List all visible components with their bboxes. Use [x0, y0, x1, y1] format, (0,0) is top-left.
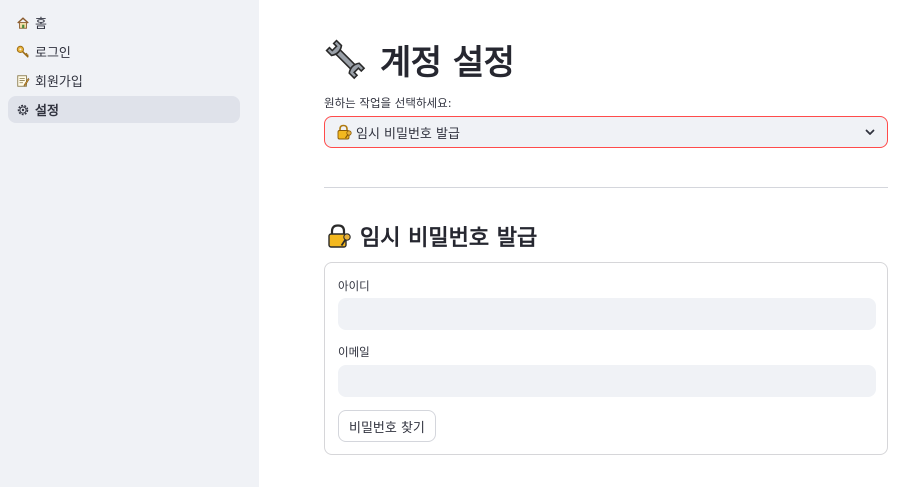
memo-icon: [16, 74, 30, 88]
id-label: 아이디: [338, 279, 370, 293]
chevron-down-icon: [864, 126, 876, 138]
task-select-label: 원하는 작업을 선택하세요:: [324, 96, 452, 110]
sidebar: 홈 로그인 회원가입 설정: [0, 0, 259, 487]
sidebar-item-label: 홈: [35, 17, 47, 32]
gear-icon: [16, 103, 30, 117]
id-input[interactable]: [338, 298, 876, 330]
lock-key-icon: [336, 124, 352, 140]
sidebar-item-label: 설정: [35, 104, 59, 119]
sidebar-item-settings[interactable]: 설정: [8, 96, 240, 123]
task-select-value: 임시 비밀번호 발급: [356, 126, 460, 142]
sidebar-item-label: 회원가입: [35, 75, 83, 90]
task-select[interactable]: 임시 비밀번호 발급: [324, 116, 888, 148]
lock-key-icon: [326, 223, 352, 249]
page-title-text: 계정 설정: [380, 42, 515, 83]
sidebar-item-signup[interactable]: 회원가입: [8, 67, 240, 94]
app-root: 홈 로그인 회원가입 설정 계정 설정 원하는 작업을 선택하세요: 임시 비밀…: [0, 0, 910, 487]
sidebar-item-label: 로그인: [35, 46, 71, 61]
email-input[interactable]: [338, 365, 876, 397]
section-divider: [324, 187, 888, 188]
sidebar-item-home[interactable]: 홈: [8, 9, 240, 36]
key-icon: [16, 45, 30, 59]
temp-password-form: 아이디 이메일 비밀번호 찾기: [324, 262, 888, 455]
sidebar-item-login[interactable]: 로그인: [8, 38, 240, 65]
sidebar-nav: 홈 로그인 회원가입 설정: [8, 9, 240, 125]
section-title-text: 임시 비밀번호 발급: [360, 226, 538, 251]
page-title: 계정 설정: [324, 36, 515, 83]
find-password-button[interactable]: 비밀번호 찾기: [338, 410, 436, 442]
email-label: 이메일: [338, 345, 370, 359]
section-title: 임시 비밀번호 발급: [326, 218, 537, 254]
wrench-icon: [324, 38, 366, 80]
house-icon: [16, 16, 30, 30]
